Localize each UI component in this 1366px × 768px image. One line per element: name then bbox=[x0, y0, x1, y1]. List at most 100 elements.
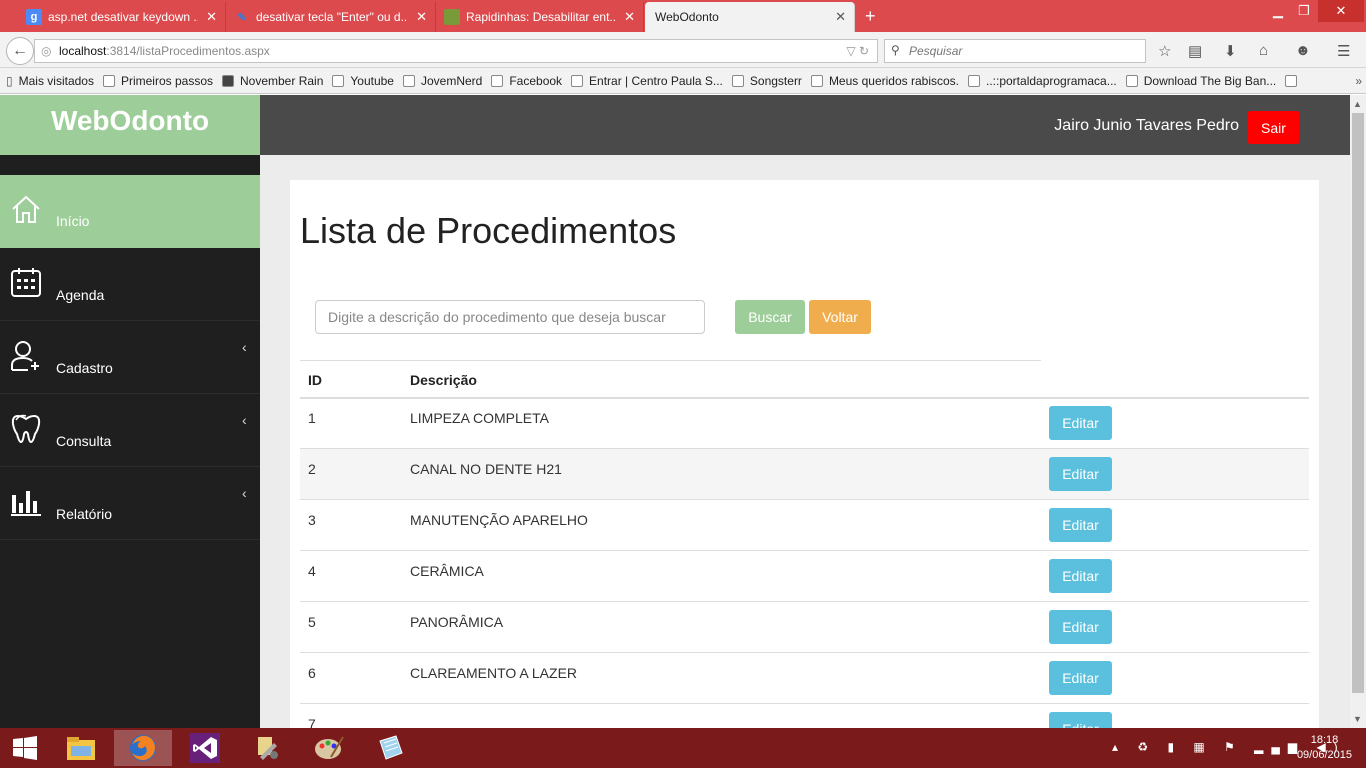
reading-list-icon[interactable]: ▤ bbox=[1188, 42, 1202, 60]
system-clock[interactable]: 18:18 09/06/2015 bbox=[1297, 733, 1352, 763]
reload-icon[interactable]: ▽ ↻ bbox=[846, 44, 869, 58]
star-icon[interactable]: ☆ bbox=[1158, 42, 1171, 60]
cell-descricao: LIMPEZA COMPLETA bbox=[410, 410, 549, 426]
column-header-id: ID bbox=[308, 372, 322, 388]
download-icon[interactable]: ⬇ bbox=[1224, 42, 1237, 60]
browser-tab[interactable]: Rapidinhas: Desabilitar ent... ✕ bbox=[436, 2, 644, 32]
clock-date: 09/06/2015 bbox=[1296, 749, 1352, 761]
back-button[interactable]: Voltar bbox=[809, 300, 871, 334]
sidebar-item-relatorio[interactable]: Relatório ‹ bbox=[0, 467, 260, 540]
brand-logo[interactable]: WebOdonto bbox=[0, 95, 260, 155]
restore-icon[interactable]: ❐ bbox=[1292, 0, 1316, 22]
browser-tab[interactable]: g asp.net desativar keydown ... ✕ bbox=[18, 2, 226, 32]
user-name: Jairo Junio Tavares Pedro bbox=[1054, 117, 1239, 134]
tab-title: asp.net desativar keydown ... bbox=[48, 10, 198, 24]
top-header: Jairo Junio Tavares Pedro Sair bbox=[260, 95, 1350, 155]
address-bar[interactable]: ◎ localhost:3814/listaProcedimentos.aspx… bbox=[34, 39, 878, 63]
browser-nav-bar: ← ◎ localhost:3814/listaProcedimentos.as… bbox=[0, 32, 1366, 68]
edit-button[interactable]: Editar bbox=[1049, 508, 1112, 542]
bookmark-item[interactable] bbox=[1285, 74, 1303, 87]
minimize-icon[interactable]: ▁ bbox=[1266, 0, 1290, 22]
cell-descricao: CANAL NO DENTE H21 bbox=[410, 461, 562, 477]
close-tab-icon[interactable]: ✕ bbox=[624, 9, 635, 25]
windows-start-icon[interactable] bbox=[0, 730, 50, 766]
bookmark-item[interactable]: ▯ Mais visitados bbox=[6, 74, 94, 88]
search-button[interactable]: Buscar bbox=[735, 300, 805, 334]
table-body: 1 LIMPEZA COMPLETA Editar 2 CANAL NO DEN… bbox=[300, 398, 1309, 728]
edit-button[interactable]: Editar bbox=[1049, 406, 1112, 440]
page-icon bbox=[810, 74, 823, 87]
bookmark-item[interactable]: Youtube bbox=[332, 74, 394, 88]
scrollbar-thumb[interactable] bbox=[1352, 113, 1364, 693]
firefox-icon[interactable] bbox=[114, 730, 172, 766]
edit-button[interactable]: Editar bbox=[1049, 610, 1112, 644]
bookmark-item[interactable]: Download The Big Ban... bbox=[1125, 74, 1276, 88]
cell-id: 3 bbox=[308, 512, 316, 528]
close-tab-icon[interactable]: ✕ bbox=[835, 9, 846, 25]
sidebar-item-consulta[interactable]: Consulta ‹ bbox=[0, 394, 260, 467]
sidebar-item-agenda[interactable]: Agenda bbox=[0, 248, 260, 321]
vertical-scrollbar[interactable]: ▲ ▼ bbox=[1350, 95, 1366, 728]
page-icon bbox=[332, 74, 345, 87]
bookmark-item[interactable]: Facebook bbox=[491, 74, 562, 88]
close-tab-icon[interactable]: ✕ bbox=[416, 9, 427, 25]
tooth-icon bbox=[11, 414, 41, 444]
logout-button[interactable]: Sair bbox=[1248, 111, 1299, 144]
table-row: 5 PANORÂMICA Editar bbox=[300, 602, 1309, 653]
chevron-left-icon: ‹ bbox=[242, 485, 247, 501]
cell-descricao: CLAREAMENTO A LAZER bbox=[410, 665, 578, 681]
bar-chart-icon bbox=[11, 491, 41, 516]
divider bbox=[300, 360, 1041, 361]
edit-button[interactable]: Editar bbox=[1049, 559, 1112, 593]
sidebar-item-cadastro[interactable]: Cadastro ‹ bbox=[0, 321, 260, 394]
file-explorer-icon[interactable] bbox=[52, 730, 110, 766]
chevron-left-icon: ‹ bbox=[242, 412, 247, 428]
bookmark-item[interactable]: Entrar | Centro Paula S... bbox=[571, 74, 723, 88]
page-icon bbox=[402, 74, 415, 87]
edit-button[interactable]: Editar bbox=[1049, 661, 1112, 695]
bookmark-item[interactable]: Primeiros passos bbox=[102, 74, 213, 88]
tab-title: WebOdonto bbox=[655, 10, 719, 24]
cell-id: 5 bbox=[308, 614, 316, 630]
browser-tab[interactable]: ✎ desativar tecla "Enter" ou d... ✕ bbox=[226, 2, 436, 32]
chevron-left-icon: ‹ bbox=[242, 339, 247, 355]
bookmark-item[interactable]: November Rain bbox=[222, 74, 323, 88]
notepad-icon[interactable] bbox=[362, 730, 420, 766]
sidebar-item-inicio[interactable]: Início bbox=[0, 175, 260, 248]
sidebar-item-label: Início bbox=[56, 213, 90, 229]
edit-button[interactable]: Editar bbox=[1049, 712, 1112, 728]
table-row: 4 CERÂMICA Editar bbox=[300, 551, 1309, 602]
close-tab-icon[interactable]: ✕ bbox=[206, 9, 217, 25]
page-title: Lista de Procedimentos bbox=[300, 210, 677, 251]
new-tab-icon[interactable]: + bbox=[865, 6, 876, 27]
cell-descricao: PANORÂMICA bbox=[410, 614, 504, 630]
edit-button[interactable]: Editar bbox=[1049, 457, 1112, 491]
sidebar-menu: Início Agenda Cadastro ‹ Consulta ‹ Rela… bbox=[0, 175, 260, 540]
page-icon bbox=[1285, 74, 1298, 87]
page-icon bbox=[571, 74, 584, 87]
browser-search-field[interactable]: ⚲ Pesquisar bbox=[884, 39, 1146, 63]
tools-icon[interactable] bbox=[238, 730, 296, 766]
site-icon bbox=[444, 9, 460, 25]
bookmark-item[interactable]: Meus queridos rabiscos. bbox=[810, 74, 959, 88]
cell-id: 6 bbox=[308, 665, 316, 681]
chat-icon[interactable]: ☻ bbox=[1295, 42, 1311, 59]
scroll-down-icon[interactable]: ▼ bbox=[1353, 714, 1362, 724]
home-browser-icon[interactable]: ⌂ bbox=[1259, 42, 1268, 59]
browser-tab-active[interactable]: WebOdonto ✕ bbox=[645, 2, 855, 32]
bookmark-item[interactable]: Songsterr bbox=[731, 74, 802, 88]
menu-icon[interactable]: ☰ bbox=[1337, 42, 1350, 60]
table-row: 2 CANAL NO DENTE H21 Editar bbox=[300, 449, 1309, 500]
visual-studio-icon[interactable] bbox=[176, 730, 234, 766]
bookmark-item[interactable]: ..::portaldaprogramaca... bbox=[968, 74, 1117, 88]
scroll-up-icon[interactable]: ▲ bbox=[1353, 99, 1362, 109]
back-arrow-icon[interactable]: ← bbox=[6, 37, 34, 65]
close-window-icon[interactable]: ✕ bbox=[1318, 0, 1364, 22]
page-icon bbox=[222, 74, 234, 87]
page-icon bbox=[491, 74, 504, 87]
paint-icon[interactable] bbox=[300, 730, 358, 766]
search-input[interactable]: Digite a descrição do procedimento que d… bbox=[315, 300, 705, 334]
bookmark-item[interactable]: JovemNerd bbox=[402, 74, 482, 88]
more-bookmarks-icon[interactable]: » bbox=[1355, 74, 1362, 88]
cell-descricao: MANUTENÇÃO APARELHO bbox=[410, 512, 588, 528]
